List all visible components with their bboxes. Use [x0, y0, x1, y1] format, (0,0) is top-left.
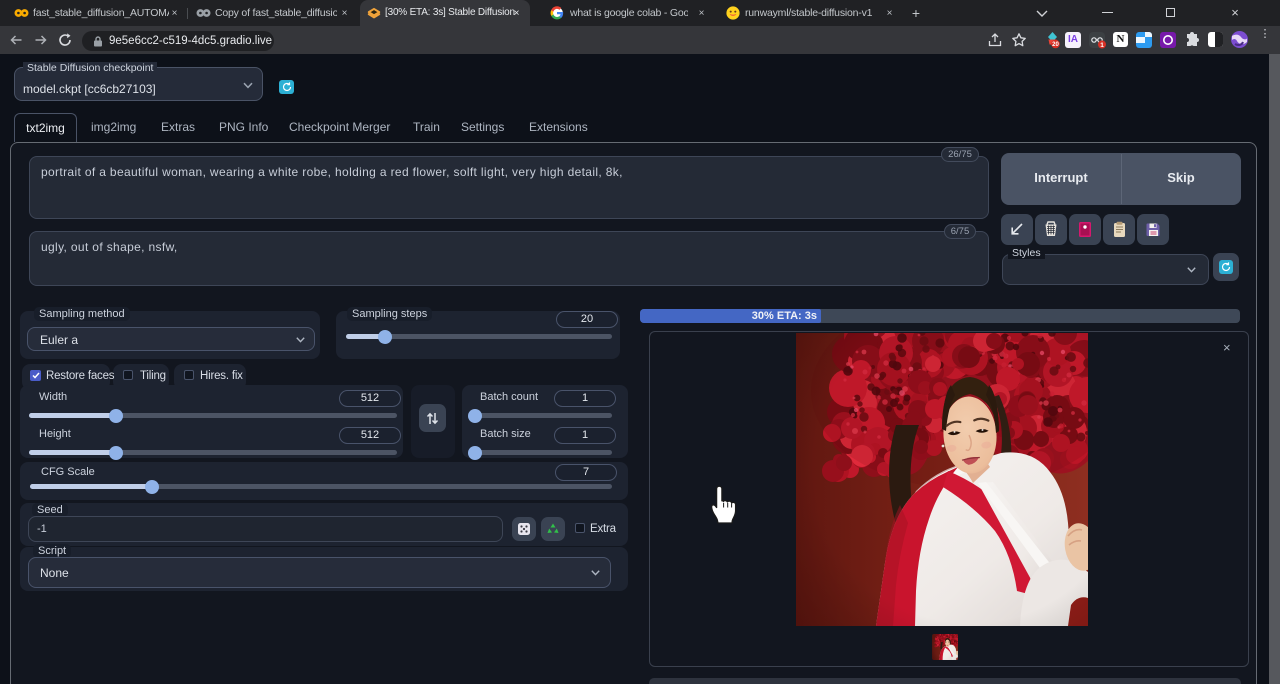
svg-text:1: 1	[1100, 42, 1104, 49]
svg-text:20: 20	[1052, 42, 1059, 48]
